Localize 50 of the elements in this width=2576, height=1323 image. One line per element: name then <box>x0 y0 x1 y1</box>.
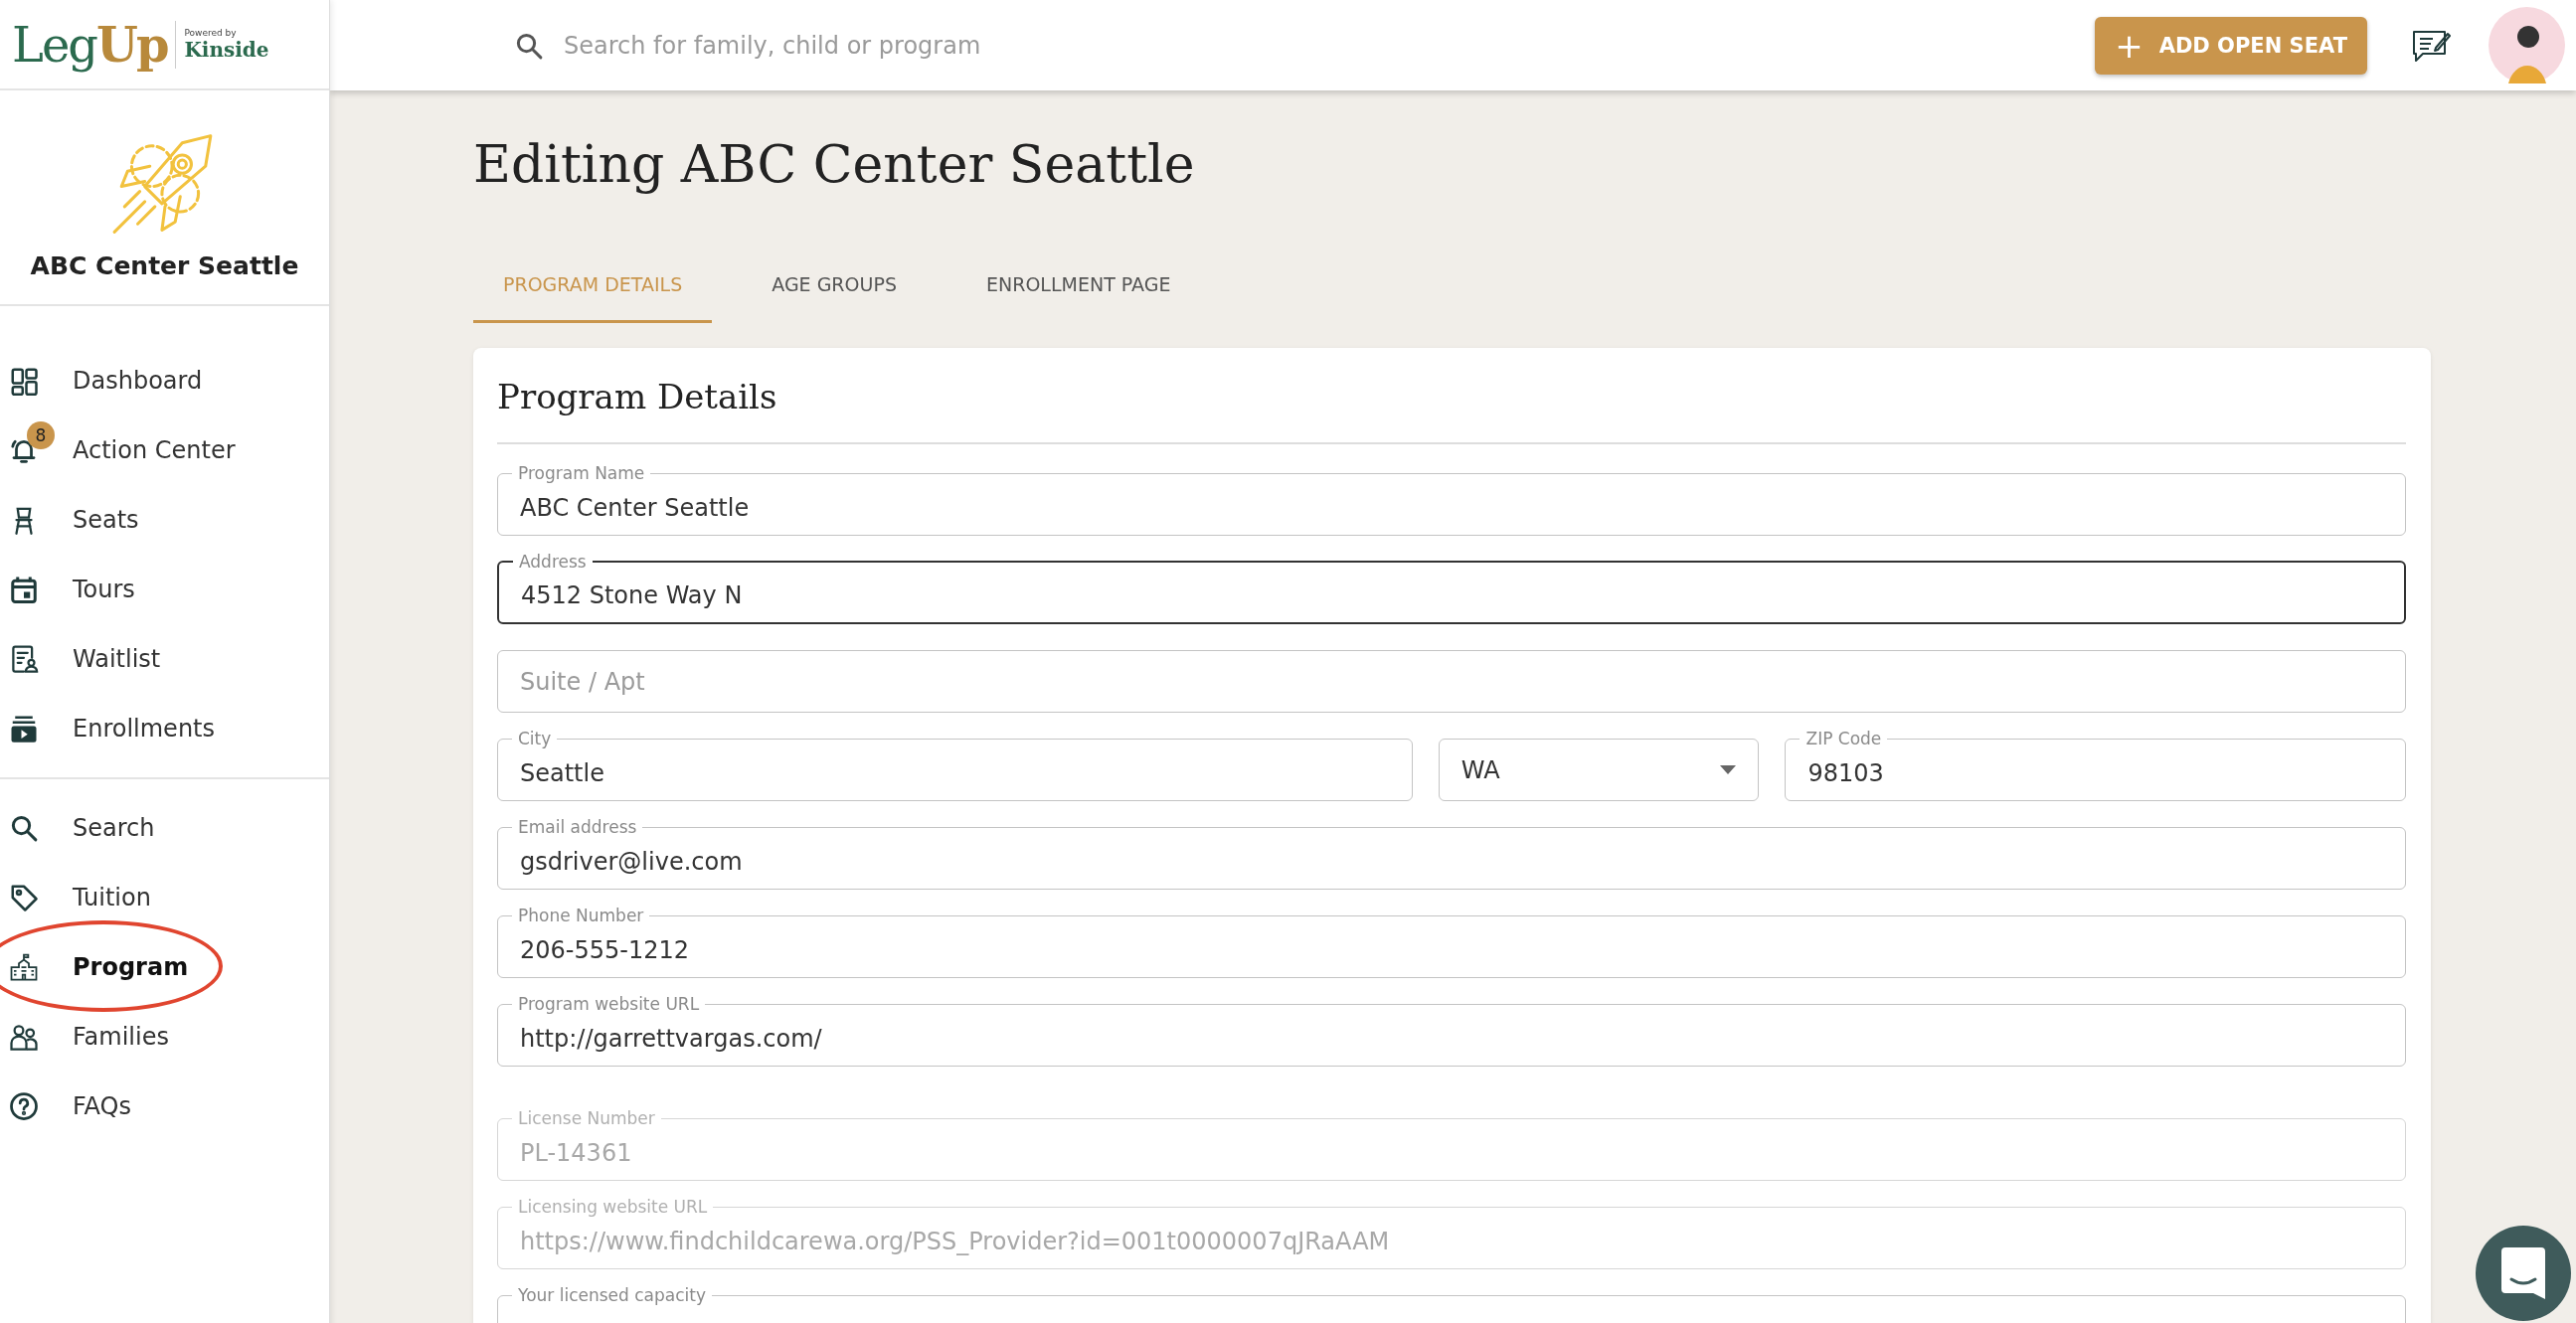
input-field[interactable]: Phone Number 206-555-1212 <box>497 905 2406 978</box>
nav-item[interactable]: Program <box>0 932 329 1002</box>
field-label: Program website URL <box>517 993 701 1015</box>
search-icon <box>9 813 39 843</box>
nav-item[interactable]: Tours <box>0 555 329 624</box>
dashboard-icon <box>9 366 39 396</box>
tab[interactable]: ENROLLMENT PAGE <box>955 248 1201 323</box>
field-label: Address <box>518 551 588 573</box>
input-field[interactable]: ZIP Code 98103 <box>1785 728 2406 801</box>
calendar-icon <box>9 575 39 604</box>
play-stack-icon <box>9 714 39 744</box>
tag-icon <box>9 883 39 912</box>
page-title: Editing ABC Center Seattle <box>473 133 1196 196</box>
input-field[interactable]: City Seattle <box>497 728 1413 801</box>
field-label: License Number <box>517 1107 656 1129</box>
nav-item[interactable]: Search <box>0 793 329 863</box>
nav-item[interactable]: Families <box>0 1002 329 1072</box>
powered-by-text: Powered by <box>184 27 238 38</box>
input-field[interactable]: Program website URL http://garrettvargas.com/ <box>497 993 2406 1067</box>
input-field[interactable]: Your licensed capacity <box>497 1284 2406 1323</box>
field-label: Phone Number <box>517 905 645 926</box>
people-icon <box>9 1022 39 1052</box>
partner-logo: Kinside <box>184 37 269 62</box>
field-label: City <box>517 728 553 749</box>
nav-item[interactable]: Waitlist <box>0 624 329 694</box>
field-label: Program Name <box>517 462 646 484</box>
field-label: Email address <box>517 816 638 838</box>
field-label: Licensing website URL <box>517 1196 709 1218</box>
avatar-icon[interactable] <box>2489 7 2565 83</box>
state-select[interactable]: WA <box>1438 739 1760 801</box>
field-label: Your licensed capacity <box>517 1284 707 1306</box>
nav-item[interactable]: Tuition <box>0 863 329 932</box>
count-badge: 8 <box>27 421 55 449</box>
nav-item[interactable]: Seats <box>0 485 329 555</box>
chat-bubble-icon <box>2501 1247 2545 1299</box>
help-icon <box>9 1091 39 1121</box>
field-label: ZIP Code <box>1804 728 1883 749</box>
nav-item[interactable]: FAQs <box>0 1072 329 1141</box>
document-person-icon <box>9 644 39 674</box>
search-field[interactable]: Search for family, child or program <box>562 30 1262 61</box>
nav-item[interactable]: Dashboard <box>0 346 329 415</box>
card-heading: Program Details <box>497 373 2406 444</box>
tab[interactable]: AGE GROUPS <box>742 248 927 323</box>
program-name: ABC Center Seattle <box>30 251 299 280</box>
input-field[interactable]: Email address gsdriver@live.com <box>497 816 2406 890</box>
school-building-icon <box>9 952 39 982</box>
nav-item[interactable]: Enrollments <box>0 694 329 763</box>
nav-item[interactable]: 8 Action Center <box>0 415 329 485</box>
input-field[interactable]: Address 4512 Stone Way N <box>497 551 2406 624</box>
caret-icon <box>1720 764 1737 775</box>
